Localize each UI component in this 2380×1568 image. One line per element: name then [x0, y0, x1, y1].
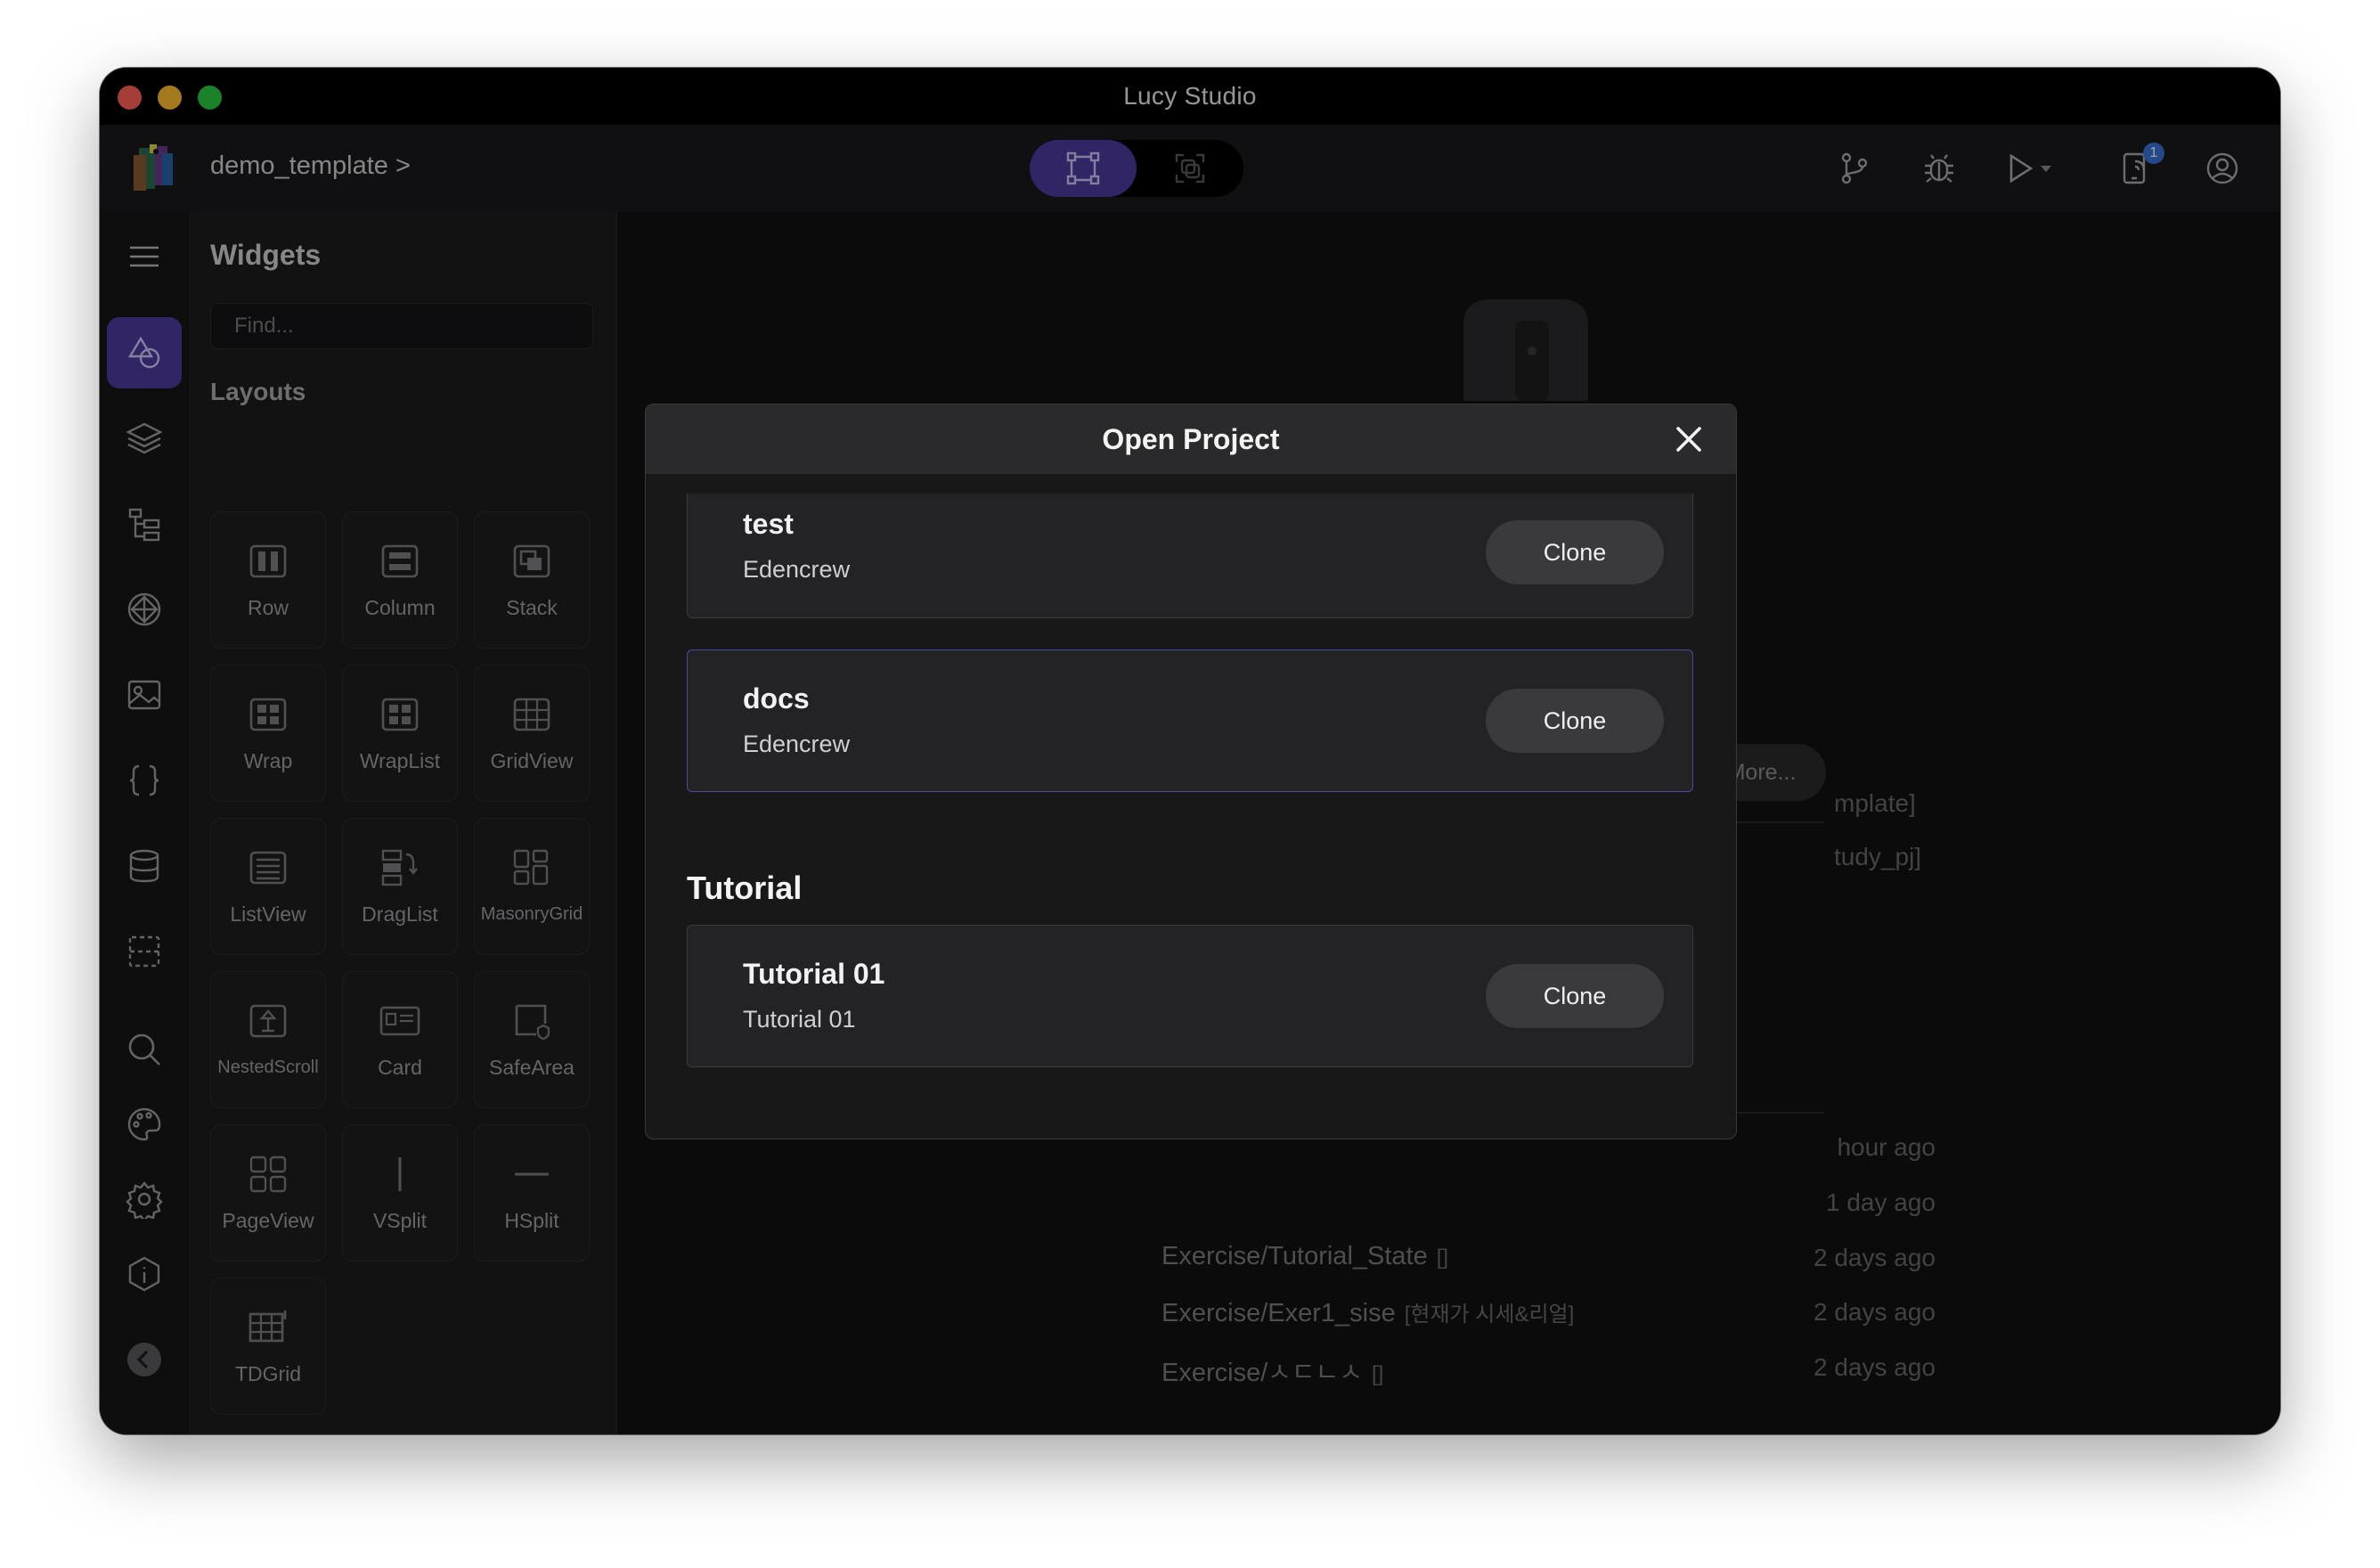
clone-button[interactable]: Clone [1486, 689, 1664, 753]
dialog-title: Open Project [1102, 422, 1280, 455]
project-card-tutorial-01[interactable]: Tutorial 01 Tutorial 01 Clone [687, 925, 1693, 1067]
open-project-dialog: Open Project test Edencrew Clone docs Ed… [645, 404, 1737, 1139]
app-window: Lucy Studio demo_template > 1 Widgets Fi… [100, 68, 2280, 1434]
tutorial-section-title: Tutorial [687, 870, 803, 906]
project-card-test[interactable]: test Edencrew Clone [687, 494, 1693, 618]
project-owner: Edencrew [743, 556, 851, 583]
project-name: docs [743, 682, 810, 715]
clone-button[interactable]: Clone [1486, 520, 1664, 584]
dialog-header: Open Project [646, 404, 1736, 474]
project-owner: Edencrew [743, 731, 851, 757]
project-name: Tutorial 01 [743, 958, 885, 990]
project-card-docs[interactable]: docs Edencrew Clone [687, 649, 1693, 792]
project-owner: Tutorial 01 [743, 1006, 856, 1033]
close-icon[interactable] [1672, 422, 1706, 456]
clone-button[interactable]: Clone [1486, 964, 1664, 1028]
project-name: test [743, 508, 794, 540]
